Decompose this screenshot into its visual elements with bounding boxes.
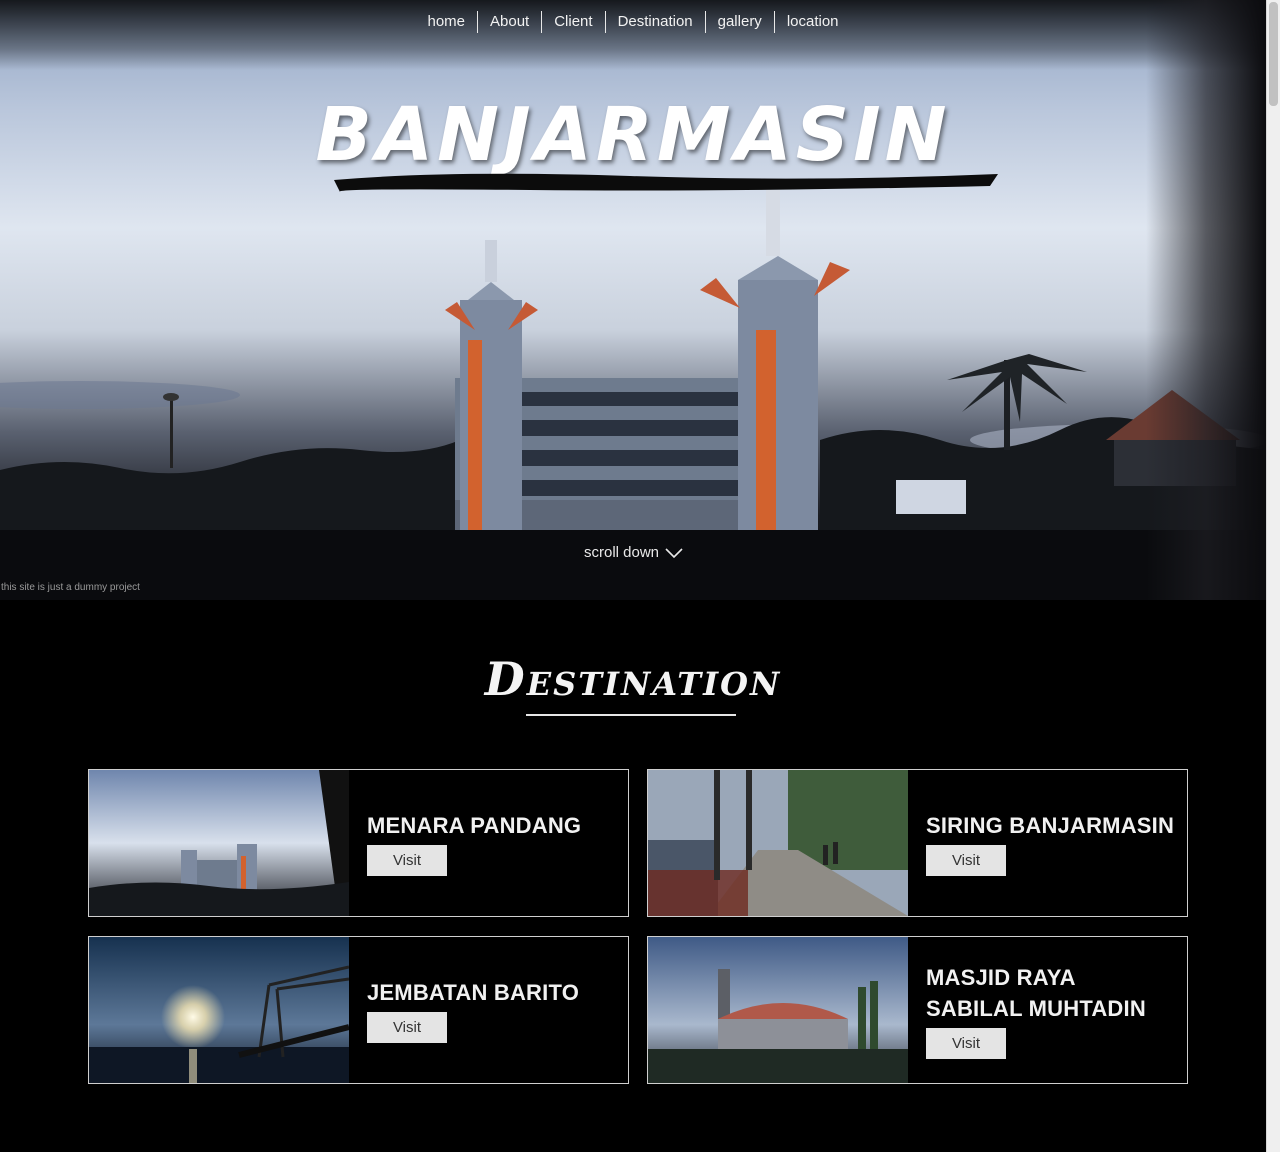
hero-photo xyxy=(0,190,1266,600)
destination-heading: Destination xyxy=(484,652,782,706)
main-nav: home About Client Destination gallery lo… xyxy=(0,0,1266,44)
visit-button[interactable]: Visit xyxy=(367,1012,447,1043)
destination-thumbnail xyxy=(89,770,349,916)
visit-button[interactable]: Visit xyxy=(926,845,1006,876)
destination-thumbnail xyxy=(89,937,349,1083)
destination-name: SIRING BANJARMASIN xyxy=(926,813,1175,838)
title-brush-underline xyxy=(334,173,998,192)
destination-card-info: SIRING BANJARMASIN Visit xyxy=(908,770,1176,916)
nav-gallery[interactable]: gallery xyxy=(704,11,774,33)
chevron-down-icon xyxy=(665,547,683,558)
scrollbar-thumb[interactable] xyxy=(1269,2,1278,106)
destination-thumbnail xyxy=(648,937,908,1083)
destination-card: JEMBATAN BARITO Visit xyxy=(88,936,629,1084)
nav-destination[interactable]: Destination xyxy=(604,11,705,33)
hero-right-shade xyxy=(1146,0,1266,600)
destination-card: MASJID RAYA SABILAL MUHTADIN Visit xyxy=(647,936,1188,1084)
destination-name: JEMBATAN BARITO xyxy=(367,980,579,1005)
nav-home[interactable]: home xyxy=(415,11,477,33)
nav-location[interactable]: location xyxy=(773,11,851,33)
destination-card-info: MENARA PANDANG Visit xyxy=(349,770,617,916)
destination-card: SIRING BANJARMASIN Visit xyxy=(647,769,1188,917)
destination-card-info: MASJID RAYA SABILAL MUHTADIN Visit xyxy=(908,937,1176,1083)
destination-thumbnail xyxy=(648,770,908,916)
destination-name: MENARA PANDANG xyxy=(367,813,582,838)
nav-client[interactable]: Client xyxy=(541,11,604,33)
scroll-down-link[interactable]: scroll down xyxy=(584,544,683,561)
visit-button[interactable]: Visit xyxy=(367,845,447,876)
dummy-project-note: this site is just a dummy project xyxy=(1,582,140,593)
page-scrollbar[interactable] xyxy=(1266,0,1280,1152)
nav-about[interactable]: About xyxy=(477,11,541,33)
destination-card: MENARA PANDANG Visit xyxy=(88,769,629,917)
destination-heading-underline xyxy=(526,714,736,716)
destination-card-info: JEMBATAN BARITO Visit xyxy=(349,937,617,1083)
scroll-down-label: scroll down xyxy=(584,544,660,561)
hero-title: BANJARMASIN xyxy=(315,92,951,178)
hero-section: home About Client Destination gallery lo… xyxy=(0,0,1266,600)
destination-name: MASJID RAYA SABILAL MUHTADIN xyxy=(926,964,1146,1021)
visit-button[interactable]: Visit xyxy=(926,1027,1006,1059)
